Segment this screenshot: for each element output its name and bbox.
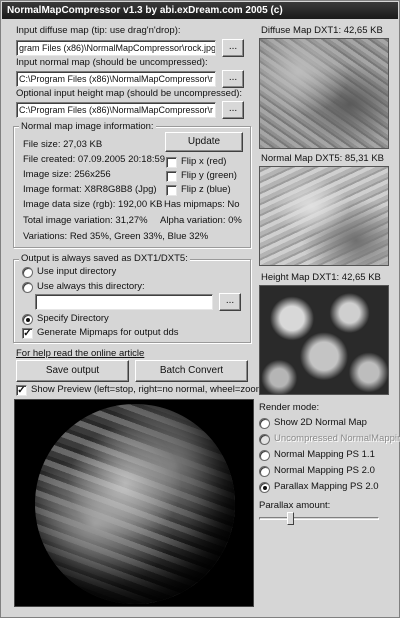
flip-x-label: Flip x (red) [181, 156, 227, 167]
preview-sphere [35, 404, 235, 604]
render-ps11-radio[interactable] [259, 450, 270, 461]
preview-viewport[interactable] [14, 399, 254, 607]
alpha-variation-text: Alpha variation: 0% [160, 215, 242, 226]
parallax-slider-track[interactable] [259, 517, 379, 520]
diffuse-path-field[interactable]: gram Files (x86)\NormalMapCompressor\roc… [16, 40, 216, 56]
height-path-field[interactable]: C:\Program Files (x86)\NormalMapCompress… [16, 102, 216, 118]
use-always-dir-radio[interactable] [22, 282, 33, 293]
flip-y-label: Flip y (green) [181, 170, 237, 181]
parallax-amount-label: Parallax amount: [259, 500, 331, 511]
diffuse-browse-button[interactable]: ... [222, 39, 244, 57]
output-dir-browse-button[interactable]: ... [219, 293, 241, 311]
render-uncompressed-radio[interactable] [259, 434, 270, 445]
normal-path-field[interactable]: C:\Program Files (x86)\NormalMapCompress… [16, 71, 216, 87]
show-preview-label: Show Preview (left=stop, right=no normal… [31, 384, 267, 395]
gen-mipmaps-label: Generate Mipmaps for output dds [37, 327, 179, 338]
gen-mipmaps-checkbox[interactable]: ✓ [22, 328, 33, 339]
diffuse-map-label: Diffuse Map DXT1: 42,65 KB [261, 25, 383, 36]
diffuse-input-label: Input diffuse map (tip: use drag'n'drop)… [16, 25, 181, 36]
render-2d-label: Show 2D Normal Map [274, 417, 367, 428]
save-output-button[interactable]: Save output [16, 360, 129, 382]
specify-dir-label: Specify Directory [37, 313, 109, 324]
parallax-slider-thumb[interactable] [287, 512, 295, 525]
total-variation-text: Total image variation: 31,27% [23, 215, 148, 226]
has-mipmaps-text: Has mipmaps: No [164, 199, 240, 210]
image-size-text: Image size: 256x256 [23, 169, 111, 180]
render-parallax-radio[interactable] [259, 482, 270, 493]
output-group-label: Output is always saved as DXT1/DXT5: [19, 253, 190, 264]
flip-x-checkbox[interactable] [166, 157, 177, 168]
render-parallax-label: Parallax Mapping PS 2.0 [274, 481, 379, 492]
window-title: NormalMapCompressor v1.3 by abi.exDream.… [2, 2, 398, 19]
batch-convert-button[interactable]: Batch Convert [135, 360, 248, 382]
use-always-dir-label: Use always this directory: [37, 281, 145, 292]
image-data-size-text: Image data size (rgb): 192,00 KB [23, 199, 163, 210]
diffuse-map-thumbnail [259, 38, 389, 149]
height-input-label: Optional input height map (should be unc… [16, 88, 243, 99]
height-map-label: Height Map DXT1: 42,65 KB [261, 272, 381, 283]
flip-z-label: Flip z (blue) [181, 184, 231, 195]
file-created-text: File created: 07.09.2005 20:18:59 [23, 154, 166, 165]
normal-info-group-label: Normal map image information: [19, 121, 156, 132]
update-button[interactable]: Update [165, 132, 243, 152]
use-input-dir-label: Use input directory [37, 266, 117, 277]
normal-input-label: Input normal map (should be uncompressed… [16, 57, 208, 68]
show-preview-checkbox[interactable]: ✓ [16, 385, 27, 396]
normal-browse-button[interactable]: ... [222, 70, 244, 88]
height-map-thumbnail [259, 285, 389, 395]
render-ps20-radio[interactable] [259, 466, 270, 477]
render-ps11-label: Normal Mapping PS 1.1 [274, 449, 375, 460]
use-input-dir-radio[interactable] [22, 267, 33, 278]
flip-y-checkbox[interactable] [166, 171, 177, 182]
normal-map-label: Normal Map DXT5: 85,31 KB [261, 153, 385, 164]
image-format-text: Image format: X8R8G8B8 (Jpg) [23, 184, 157, 195]
specify-dir-radio[interactable] [22, 314, 33, 325]
flip-z-checkbox[interactable] [166, 185, 177, 196]
variations-text: Variations: Red 35%, Green 33%, Blue 32% [23, 231, 209, 242]
main-window: NormalMapCompressor v1.3 by abi.exDream.… [0, 0, 400, 618]
height-browse-button[interactable]: ... [222, 101, 244, 119]
output-dir-field[interactable] [35, 294, 213, 310]
render-2d-radio[interactable] [259, 418, 270, 429]
file-size-text: File size: 27,03 KB [23, 139, 103, 150]
render-uncompressed-label: Uncompressed NormalMapping [274, 433, 400, 444]
render-ps20-label: Normal Mapping PS 2.0 [274, 465, 375, 476]
render-mode-label: Render mode: [259, 402, 320, 413]
normal-map-thumbnail [259, 166, 389, 266]
help-link[interactable]: For help read the online article [16, 348, 144, 359]
